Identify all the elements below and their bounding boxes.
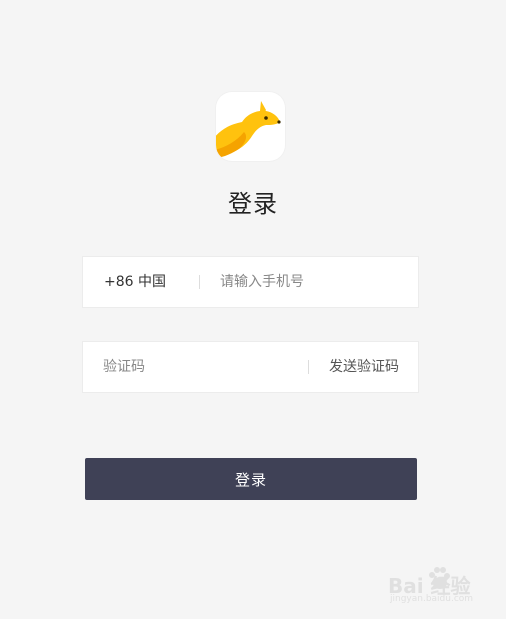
page-title: 登录 (228, 190, 278, 218)
app-logo-kangaroo-icon (216, 92, 285, 161)
watermark-text: Bai 经验 (388, 574, 471, 598)
login-button[interactable]: 登录 (85, 458, 417, 500)
baidu-paw-icon (429, 567, 450, 589)
kangaroo-logo-icon (216, 101, 281, 158)
phone-input[interactable] (220, 257, 410, 307)
send-code-button[interactable]: 发送验证码 (329, 342, 399, 392)
phone-field: +86 中国 (82, 256, 419, 308)
country-code-selector[interactable]: +86 中国 (104, 257, 166, 307)
watermark-subtext: jingyan.baidu.com (390, 594, 474, 604)
code-field-divider (308, 360, 309, 374)
baidu-watermark: Bai 经验 jingyan.baidu.com (388, 566, 498, 610)
verification-code-field: 发送验证码 (82, 341, 419, 393)
phone-field-divider (199, 275, 200, 289)
verification-code-input[interactable] (103, 342, 298, 392)
